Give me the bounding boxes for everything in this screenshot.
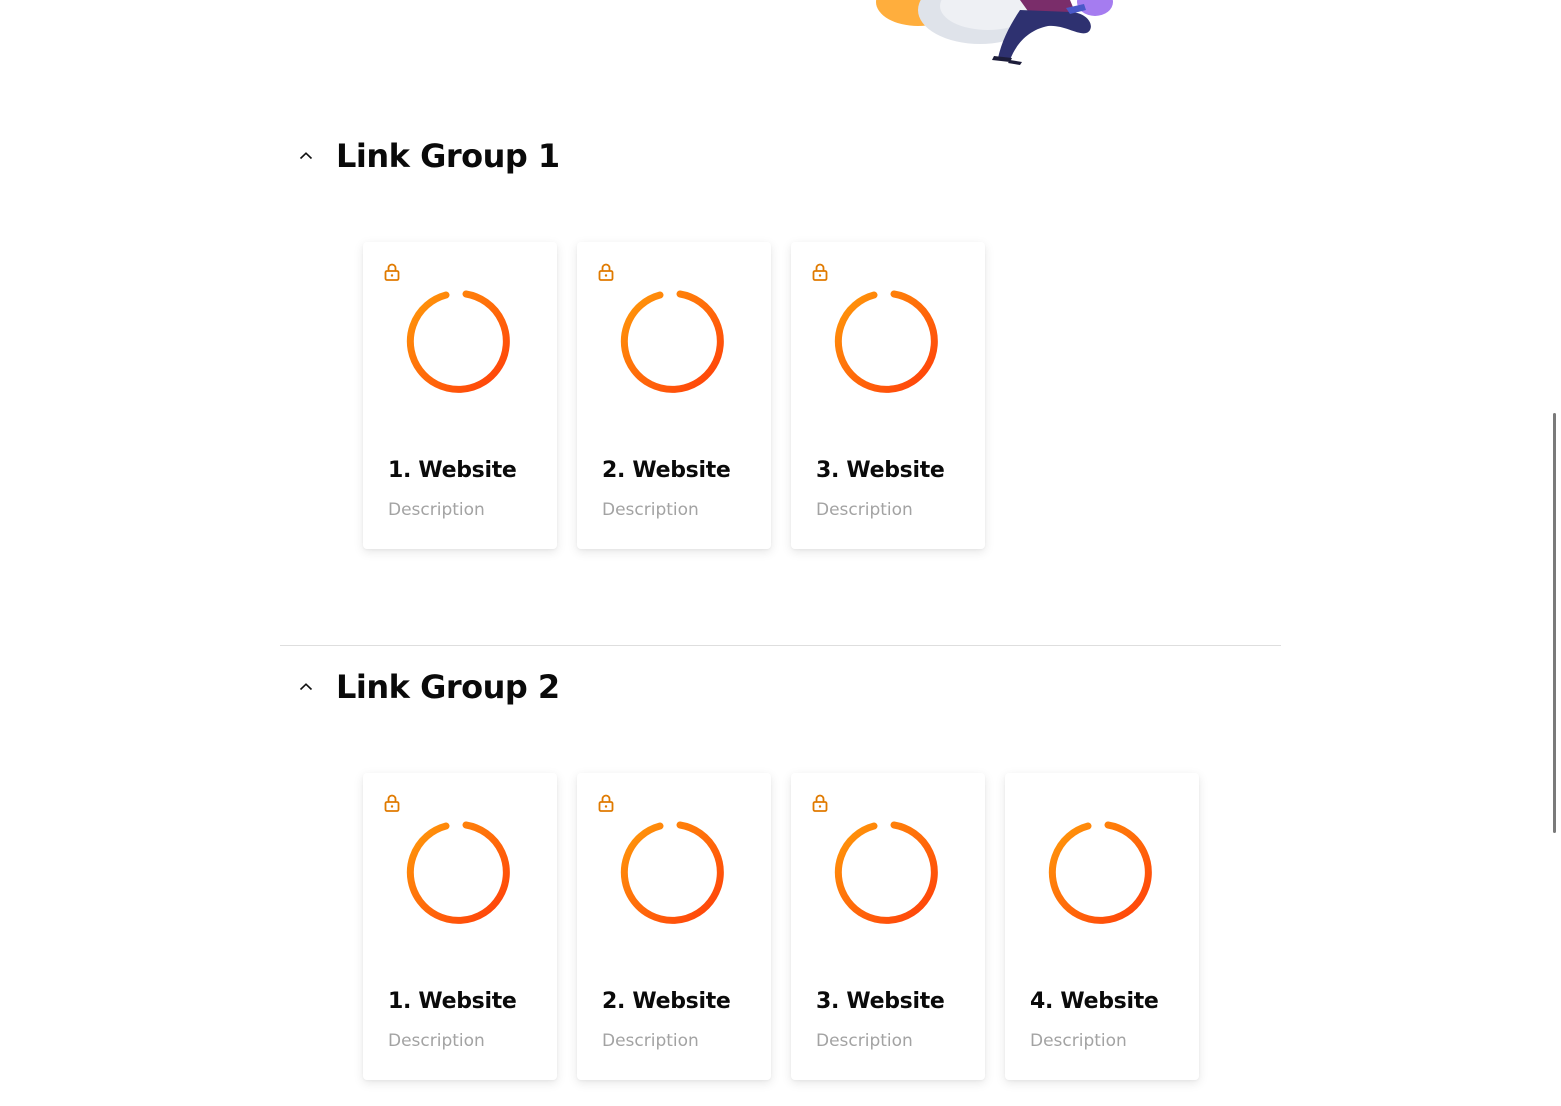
card-list: 1. Website Description 2. Website Descri… [363, 773, 1199, 1080]
card-title: 1. Website [388, 458, 517, 483]
power-icon [620, 819, 724, 924]
card-description: Description [816, 1031, 913, 1051]
card-title: 2. Website [602, 458, 731, 483]
card-description: Description [388, 500, 485, 520]
power-icon [834, 288, 938, 393]
lock-icon [384, 794, 400, 812]
lock-icon [812, 263, 828, 281]
lock-icon [384, 263, 400, 281]
card-title: 4. Website [1030, 989, 1159, 1014]
website-card[interactable]: 2. Website Description [577, 773, 771, 1080]
card-description: Description [602, 500, 699, 520]
group-title: Link Group 2 [336, 668, 560, 706]
person-with-laptop-illustration [876, 0, 1113, 65]
group-header: Link Group 1 [280, 126, 880, 186]
lock-icon [598, 794, 614, 812]
card-description: Description [816, 500, 913, 520]
power-icon [1048, 819, 1152, 924]
power-icon [620, 288, 724, 393]
card-title: 2. Website [602, 989, 731, 1014]
power-icon [406, 288, 510, 393]
power-icon [406, 819, 510, 924]
card-description: Description [602, 1031, 699, 1051]
lock-icon [812, 794, 828, 812]
card-list: 1. Website Description 2. Website Descri… [363, 242, 985, 549]
group-title: Link Group 1 [336, 137, 560, 175]
card-description: Description [1030, 1031, 1127, 1051]
chevron-up-icon[interactable] [280, 136, 332, 176]
card-title: 1. Website [388, 989, 517, 1014]
scrollbar-thumb[interactable] [1553, 413, 1556, 833]
website-card[interactable]: 1. Website Description [363, 773, 557, 1080]
card-title: 3. Website [816, 458, 945, 483]
card-title: 3. Website [816, 989, 945, 1014]
website-card[interactable]: 1. Website Description [363, 242, 557, 549]
website-card[interactable]: 3. Website Description [791, 773, 985, 1080]
group-header: Link Group 2 [280, 657, 880, 717]
website-card[interactable]: 4. Website Description [1005, 773, 1199, 1080]
page: Link Group 1 1. Website Description 2. W… [0, 0, 1561, 1106]
lock-icon [598, 263, 614, 281]
website-card[interactable]: 3. Website Description [791, 242, 985, 549]
chevron-up-icon[interactable] [280, 667, 332, 707]
card-description: Description [388, 1031, 485, 1051]
link-group-2: Link Group 2 1. Website Description 2. W… [280, 645, 1281, 1080]
website-card[interactable]: 2. Website Description [577, 242, 771, 549]
power-icon [834, 819, 938, 924]
